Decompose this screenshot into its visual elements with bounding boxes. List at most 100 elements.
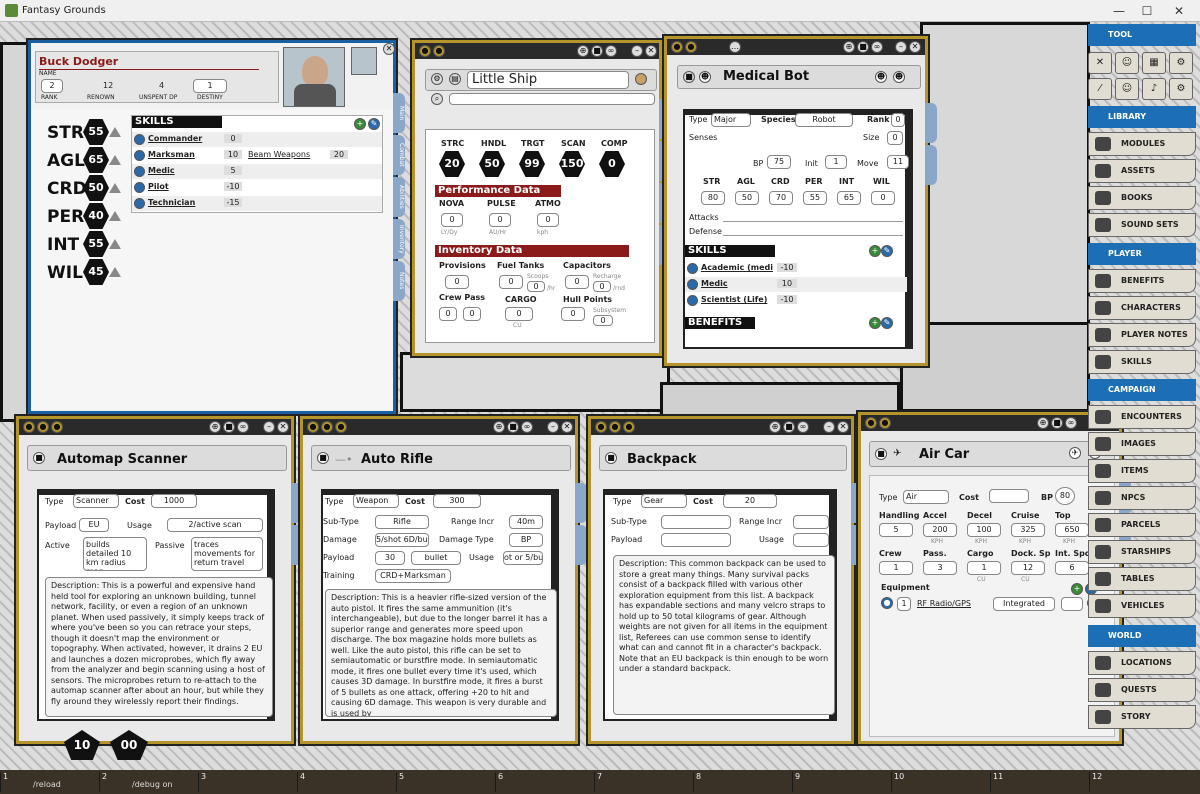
range-field[interactable]: 40m: [509, 515, 543, 529]
skill-link-icon[interactable]: [134, 182, 145, 193]
item-name[interactable]: Automap Scanner: [57, 452, 187, 467]
sidebar-item-story[interactable]: STORY: [1088, 705, 1196, 729]
sidebar-campaign-header[interactable]: CAMPAIGN: [1088, 379, 1196, 401]
perf-field-pulse[interactable]: 0: [489, 213, 511, 227]
hotkey-slot-9[interactable]: 9: [792, 772, 890, 792]
copy-icon[interactable]: ●: [51, 421, 63, 433]
sidebar-item-assets[interactable]: ASSETS: [1088, 159, 1196, 183]
share-icon[interactable]: ●: [879, 417, 891, 429]
padlock-icon[interactable]: ■: [783, 421, 795, 433]
usage-field[interactable]: 2/active scan: [167, 518, 263, 532]
hotkey-slot-11[interactable]: 11: [990, 772, 1088, 792]
character-sheet-window[interactable]: ✕ Buck Dodger NAME 2 RANK 12 RENOWN 4 UN…: [28, 40, 405, 414]
npc-skill-value[interactable]: -10: [777, 295, 797, 304]
subtype-field[interactable]: Rifle: [375, 515, 429, 529]
hotkey-slot-2[interactable]: 2/debug on: [99, 772, 197, 792]
vehicle-field-cargo[interactable]: 1: [967, 561, 1001, 575]
npc-token-icon[interactable]: ☻: [875, 71, 887, 83]
rank-field[interactable]: 2: [41, 79, 63, 93]
active-field[interactable]: builds detailed 10 km radius map: [83, 537, 147, 571]
dice-tool-icon[interactable]: ✕: [1088, 52, 1112, 74]
equipment-name[interactable]: RF Radio/GPS: [917, 599, 971, 608]
vehicle-field-docksp[interactable]: 12: [1011, 561, 1045, 575]
item-window-backpack[interactable]: ● ● ● ⊕ ■ ∞ – ✕ ■ Backpack Type Gear Cos…: [588, 416, 863, 744]
recharge-field[interactable]: 0: [593, 281, 611, 292]
share-icon[interactable]: ●: [685, 41, 697, 53]
hull-points-field[interactable]: 0: [561, 307, 585, 321]
sidebar-item-parcels[interactable]: PARCELS: [1088, 513, 1196, 537]
share-icon[interactable]: ●: [609, 421, 621, 433]
vehicle-field-top[interactable]: 650: [1055, 523, 1089, 537]
equipment-location[interactable]: Integrated: [993, 597, 1055, 611]
skill-specialty[interactable]: Beam Weapons: [248, 150, 310, 159]
item-description[interactable]: Description: This common backpack can be…: [613, 555, 835, 715]
passenger-field[interactable]: 0: [463, 307, 481, 321]
tab-inventory[interactable]: Inventory: [393, 219, 405, 259]
search-icon[interactable]: ⌕: [431, 93, 443, 105]
species-field[interactable]: Robot: [795, 113, 853, 127]
npc-stat-field-int[interactable]: 65: [837, 191, 861, 205]
vehicle-field-crew[interactable]: 1: [879, 561, 913, 575]
hotkey-slot-5[interactable]: 5: [396, 772, 494, 792]
range-field[interactable]: [793, 515, 829, 529]
npc-portrait-icon[interactable]: ☻: [893, 71, 905, 83]
party-icon[interactable]: ☺: [1115, 78, 1139, 100]
cost-field[interactable]: 300: [433, 494, 481, 508]
ship-name[interactable]: Little Ship: [467, 71, 629, 89]
vehicle-field-decel[interactable]: 100: [967, 523, 1001, 537]
stat-roll-icon[interactable]: [109, 127, 121, 137]
skill-name[interactable]: Commander: [148, 134, 202, 143]
add-skill-icon[interactable]: +: [354, 118, 366, 130]
vehicle-field-pass[interactable]: 3: [923, 561, 957, 575]
type-select[interactable]: Major: [711, 113, 751, 127]
npc-skill-value[interactable]: 10: [777, 279, 797, 288]
sidebar-item-images[interactable]: IMAGES: [1088, 432, 1196, 456]
hotkey-slot-10[interactable]: 10: [891, 772, 989, 792]
padlock-icon[interactable]: ■: [223, 421, 235, 433]
tab-main[interactable]: Main: [393, 93, 405, 133]
stat-roll-icon[interactable]: [109, 211, 121, 221]
minimize-icon[interactable]: –: [895, 41, 907, 53]
item-id-icon[interactable]: ■: [605, 452, 617, 464]
payload-type-field[interactable]: bullet: [411, 551, 461, 565]
link-icon[interactable]: ∞: [871, 41, 883, 53]
lock-icon[interactable]: ●: [307, 421, 319, 433]
type-select[interactable]: Gear: [641, 494, 687, 508]
bp-field[interactable]: 75: [767, 155, 791, 169]
sidebar-item-player-notes[interactable]: PLAYER NOTES: [1088, 323, 1196, 347]
skill-link-icon[interactable]: [134, 150, 145, 161]
skill-link-icon[interactable]: [134, 166, 145, 177]
add-skill-icon[interactable]: +: [869, 245, 881, 257]
renown-value[interactable]: 12: [103, 81, 113, 90]
lock-icon[interactable]: ●: [595, 421, 607, 433]
stat-roll-icon[interactable]: [109, 183, 121, 193]
sidebar-item-locations[interactable]: LOCATIONS: [1088, 651, 1196, 675]
damage-type-field[interactable]: BP: [509, 533, 543, 547]
vehicle-name[interactable]: Air Car: [919, 447, 969, 462]
equipment-qty[interactable]: 1: [897, 597, 911, 611]
equipment-link-icon[interactable]: ●: [881, 597, 893, 609]
equipment-extra[interactable]: [1061, 597, 1083, 611]
close-icon[interactable]: ✕: [383, 43, 395, 55]
sidebar-item-items[interactable]: ITEMS: [1088, 459, 1196, 483]
zoom-icon[interactable]: ⊕: [769, 421, 781, 433]
minimize-icon[interactable]: –: [823, 421, 835, 433]
perf-field-atmo[interactable]: 0: [537, 213, 559, 227]
starship-window[interactable]: ● ● ⊕ ■ ∞ – ✕ ⚙ ▤ Little Ship ⌕ STRC 20 HN…: [412, 40, 671, 356]
unspent-value[interactable]: 4: [159, 81, 164, 90]
settings-icon[interactable]: ⚙: [1169, 52, 1193, 74]
add-benefit-icon[interactable]: +: [869, 317, 881, 329]
subtype-field[interactable]: [661, 515, 731, 529]
zoom-icon[interactable]: ⊕: [493, 421, 505, 433]
sidebar-item-tables[interactable]: TABLES: [1088, 567, 1196, 591]
lock-icon[interactable]: ●: [23, 421, 35, 433]
provisions-field[interactable]: 0: [445, 275, 469, 289]
skill-name[interactable]: Marksman: [148, 150, 195, 159]
ship-subtitle-field[interactable]: [449, 93, 655, 105]
hotkey-slot-6[interactable]: 6: [495, 772, 593, 792]
zoom-icon[interactable]: ⊕: [1037, 417, 1049, 429]
close-icon[interactable]: ✕: [837, 421, 849, 433]
payload-field[interactable]: EU: [79, 518, 109, 532]
capacitors-field[interactable]: 0: [565, 275, 589, 289]
minimize-icon[interactable]: –: [631, 45, 643, 57]
